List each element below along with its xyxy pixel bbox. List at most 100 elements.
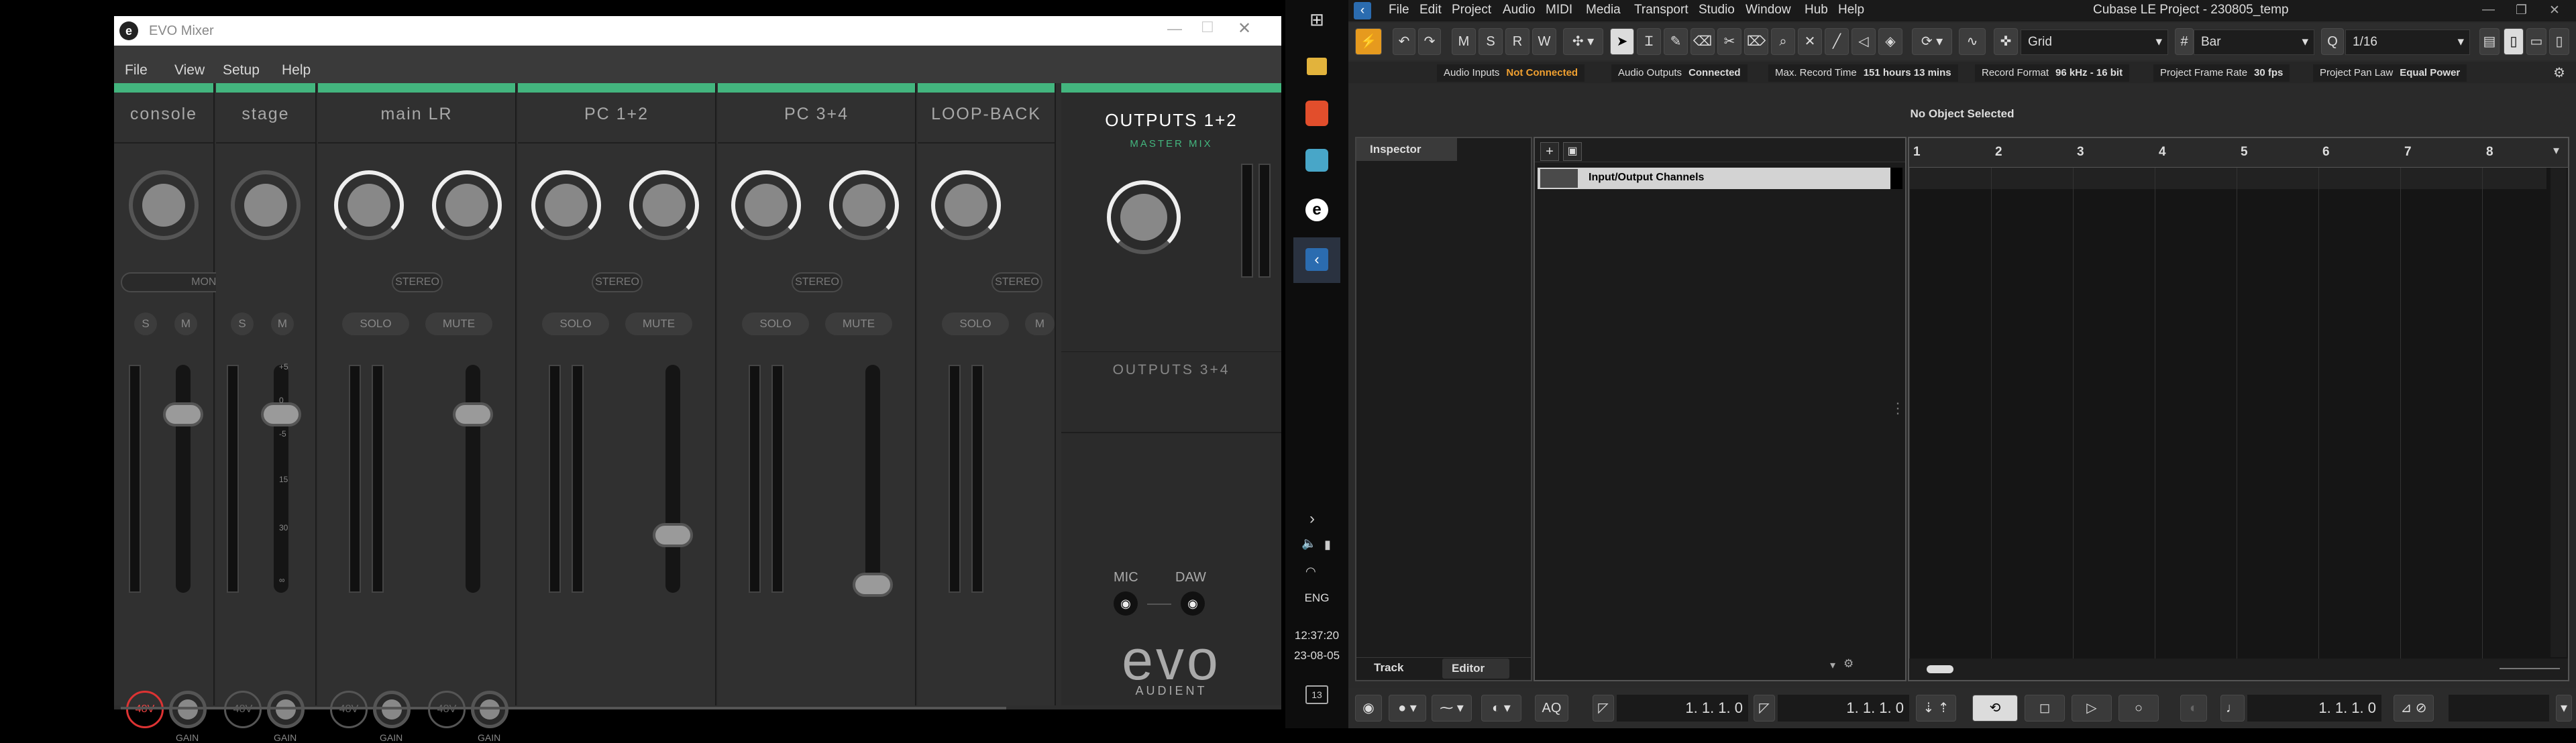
vertical-scrollbar[interactable] <box>2551 168 2567 657</box>
grid-type-icon[interactable]: # <box>2175 28 2194 55</box>
tracklist-settings-gear-icon[interactable]: ⚙ <box>1843 657 1854 671</box>
phantom-48v-button[interactable]: 48V <box>126 691 164 728</box>
read-mode-button[interactable]: R <box>1505 28 1529 55</box>
menu-file[interactable]: File <box>1389 3 1409 17</box>
pan-knob[interactable] <box>129 170 199 240</box>
language-indicator[interactable]: ENG <box>1285 591 1348 605</box>
file-explorer-icon[interactable] <box>1307 58 1327 75</box>
quantize-select[interactable]: 1/16 ▾ <box>2345 30 2470 55</box>
transport-settings-icon[interactable]: ◉ <box>1355 695 1382 722</box>
editor-tab[interactable]: Editor <box>1442 659 1509 679</box>
app-icon[interactable] <box>1305 149 1328 172</box>
split-tool-icon[interactable]: ✂ <box>1717 28 1741 55</box>
gain-knob[interactable] <box>471 691 508 728</box>
fader-handle[interactable] <box>853 573 893 597</box>
inspector-tab[interactable]: Inspector <box>1356 138 1457 161</box>
clock-date[interactable]: 23-08-05 <box>1285 649 1348 663</box>
mute-tool-icon[interactable]: ✕ <box>1798 28 1822 55</box>
solo-button[interactable]: S <box>231 312 254 335</box>
metronome-mode-icon[interactable]: ◐ ▾ <box>1481 695 1521 722</box>
menu-setup[interactable]: Setup <box>223 62 260 78</box>
pan-knob-left[interactable] <box>334 170 404 240</box>
right-locator-value[interactable]: 1. 1. 1. 0 <box>1778 695 1909 722</box>
chevron-right-icon[interactable]: › <box>1309 510 1315 528</box>
activate-project-button[interactable]: ⚡ <box>1355 28 1382 55</box>
menu-help[interactable]: Help <box>1838 3 1864 17</box>
right-locator-icon[interactable]: ◸ <box>1754 695 1775 722</box>
stereo-label[interactable]: STEREO <box>592 272 643 292</box>
stereo-label[interactable]: STEREO <box>392 272 443 292</box>
fader-track[interactable] <box>176 365 191 593</box>
mute-button[interactable]: M <box>1025 312 1055 335</box>
pan-knob-left[interactable] <box>931 170 1001 240</box>
nudge-icon[interactable]: ⟳ ▾ <box>1912 28 1952 55</box>
windows-start-icon[interactable]: ⊞ <box>1307 9 1327 30</box>
fader-track[interactable] <box>865 365 880 593</box>
brave-browser-icon[interactable] <box>1305 101 1328 126</box>
solo-button[interactable]: S <box>134 312 157 335</box>
tempo-track-icon[interactable]: ◐ <box>2180 695 2207 722</box>
notification-icon[interactable]: 13 <box>1305 685 1328 704</box>
stop-button[interactable]: ◻ <box>2025 695 2065 722</box>
line-tool-icon[interactable]: ╱ <box>1825 28 1849 55</box>
punch-icon[interactable]: ⁓ ▾ <box>1432 695 1472 722</box>
pan-knob-right[interactable] <box>629 170 699 240</box>
play-tool-icon[interactable]: ◁ <box>1851 28 1876 55</box>
position-display[interactable]: 1. 1. 1. 0 <box>2247 695 2381 722</box>
zoom-tool-icon[interactable]: ⌕ <box>1771 28 1795 55</box>
menu-media[interactable]: Media <box>1586 3 1621 17</box>
folder-track[interactable]: Input/Output Channels <box>1538 168 1897 189</box>
left-locator-value[interactable]: 1. 1. 1. 0 <box>1617 695 1748 722</box>
zoom-slider[interactable] <box>2500 668 2560 669</box>
lower-zone-icon[interactable]: ▭ <box>2526 28 2546 55</box>
mic-daw-slider[interactable] <box>1147 604 1171 605</box>
status-pan-law[interactable]: Project Pan Law Equal Power <box>2313 64 2467 82</box>
fader-handle[interactable] <box>653 523 693 547</box>
range-tool-icon[interactable]: Ɪ <box>1637 28 1661 55</box>
pan-knob-right[interactable] <box>432 170 502 240</box>
aq-button[interactable]: AQ <box>1535 695 1568 722</box>
gain-knob[interactable] <box>373 691 411 728</box>
grid-type-select[interactable]: Bar ▾ <box>2194 30 2314 55</box>
menu-window[interactable]: Window <box>1746 3 1791 17</box>
gain-knob[interactable] <box>169 691 207 728</box>
right-zone-icon[interactable]: ▯ <box>2549 28 2569 55</box>
solo-button[interactable]: SOLO <box>542 312 609 335</box>
mute-button[interactable]: MUTE <box>825 312 892 335</box>
ruler-menu-icon[interactable]: ▾ <box>2553 144 2559 158</box>
status-frame-rate[interactable]: Project Frame Rate 30 fps <box>2153 64 2290 82</box>
solo-button[interactable]: SOLO <box>342 312 409 335</box>
menu-edit[interactable]: Edit <box>1419 3 1442 17</box>
menu-help[interactable]: Help <box>282 62 311 78</box>
record-mode-icon[interactable]: ● ▾ <box>1389 695 1426 722</box>
ruler[interactable]: 1 2 3 4 5 6 7 8 ▾ <box>1909 138 2568 168</box>
play-button[interactable]: ▷ <box>2072 695 2112 722</box>
add-track-icon[interactable]: + <box>1540 142 1559 161</box>
pan-knob-right[interactable] <box>829 170 899 240</box>
fader-track[interactable] <box>466 365 480 593</box>
minimize-icon[interactable]: — <box>2482 3 2495 17</box>
solo-mode-button[interactable]: S <box>1479 28 1503 55</box>
quantize-icon[interactable]: Q <box>2321 28 2344 55</box>
fader-handle[interactable] <box>163 402 203 426</box>
network-icon[interactable]: ◠ <box>1305 565 1316 579</box>
mic-monitor-icon[interactable]: ◉ <box>1114 591 1138 616</box>
redo-icon[interactable]: ↷ <box>1418 28 1441 55</box>
mute-button[interactable]: M <box>174 312 197 335</box>
left-zone-icon[interactable]: ▯ <box>2504 28 2524 55</box>
snap-type-select[interactable]: Grid ▾ <box>2021 30 2168 55</box>
scrollbar-thumb[interactable] <box>1927 665 1953 673</box>
pan-knob-left[interactable] <box>731 170 801 240</box>
solo-button[interactable]: SOLO <box>742 312 809 335</box>
horizontal-scrollbar[interactable] <box>121 707 1006 709</box>
restore-icon[interactable]: ❐ <box>2516 3 2527 18</box>
phantom-48v-button[interactable]: 48V <box>330 691 368 728</box>
track-tab[interactable]: Track <box>1374 661 1403 675</box>
undo-icon[interactable]: ↶ <box>1393 28 1415 55</box>
set-layout-icon[interactable]: ▤ <box>2479 28 2500 55</box>
menu-hub[interactable]: Hub <box>1805 3 1828 17</box>
menu-project[interactable]: Project <box>1452 3 1491 17</box>
cycle-button[interactable]: ⟲ <box>1972 695 2018 722</box>
metronome-icon[interactable]: ♩ <box>2220 695 2245 722</box>
master-volume-knob[interactable] <box>1107 180 1181 254</box>
